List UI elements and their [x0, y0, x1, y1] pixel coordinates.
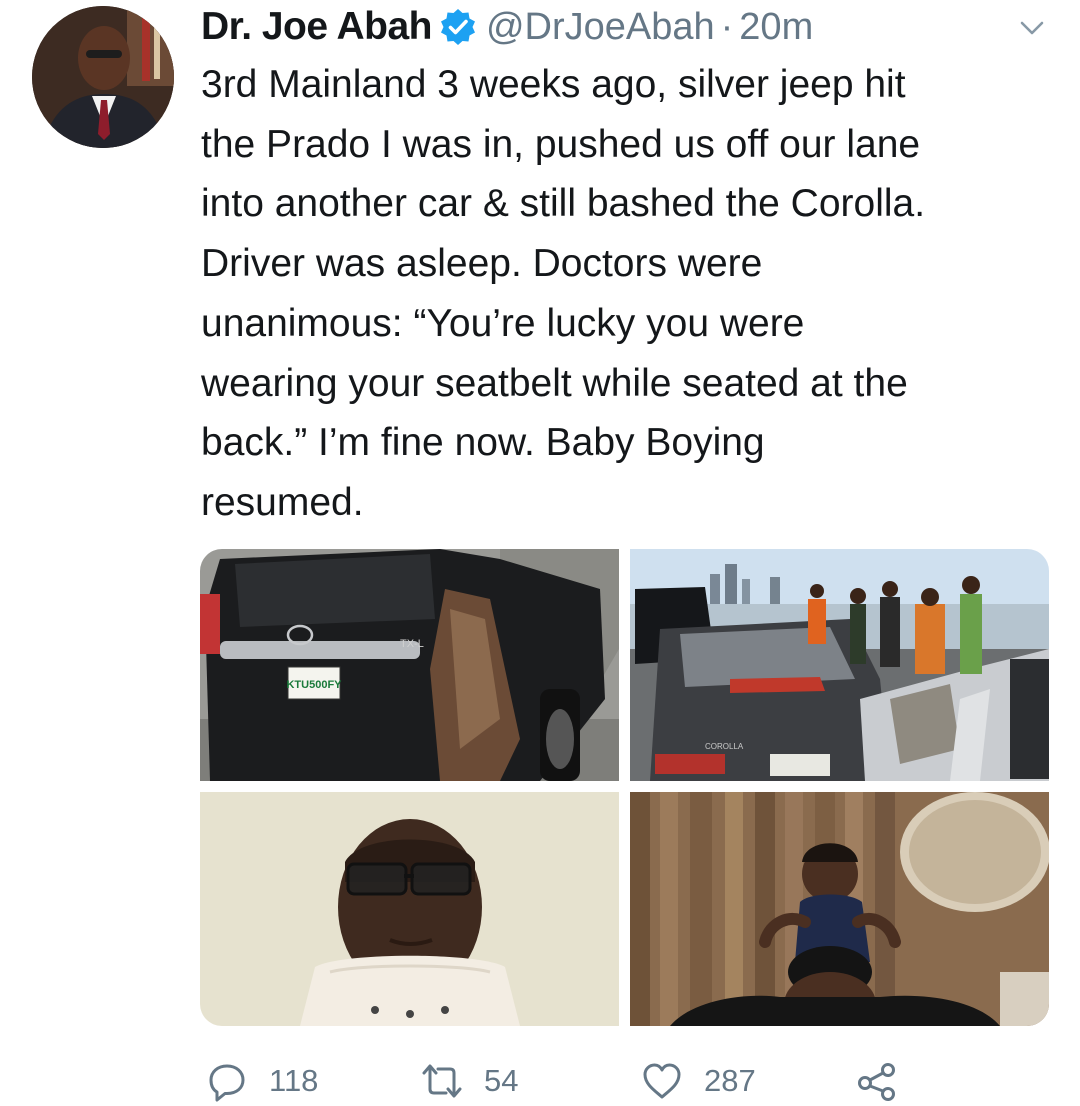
photo-accident-scene[interactable]: COROLLA: [630, 549, 1049, 781]
retweet-count: 54: [484, 1063, 519, 1098]
media-grid: KTU500FY TX-L COROLLA: [200, 549, 1049, 1026]
retweet-icon: [422, 1064, 462, 1098]
share-icon: [858, 1063, 895, 1101]
author-name[interactable]: Dr. Joe Abah: [201, 5, 432, 49]
tweet-timestamp[interactable]: 20m: [739, 6, 813, 49]
prado-badge-text: TX-L: [400, 638, 424, 650]
tweet-header: Dr. Joe Abah @DrJoeAbah · 20m: [201, 2, 1050, 52]
share-button[interactable]: [855, 1056, 899, 1106]
like-button[interactable]: 287: [640, 1056, 756, 1106]
verified-badge-icon: [438, 7, 478, 47]
chevron-down-icon[interactable]: [1014, 10, 1050, 46]
tweet-actions: 118 54 287: [200, 1056, 920, 1106]
reply-icon: [209, 1064, 245, 1102]
photo-damaged-prado[interactable]: KTU500FY TX-L: [200, 549, 619, 781]
like-count: 287: [704, 1063, 756, 1098]
corolla-badge-text: COROLLA: [705, 742, 744, 751]
heart-icon: [643, 1063, 681, 1099]
separator-dot: ·: [720, 5, 734, 48]
photo-baby-on-shoulders[interactable]: [630, 792, 1049, 1026]
reply-button[interactable]: 118: [205, 1056, 318, 1106]
author-handle[interactable]: @DrJoeAbah: [486, 6, 715, 49]
prado-plate-text: KTU500FY: [286, 679, 342, 691]
photo-man-neck-brace[interactable]: [200, 792, 619, 1026]
author-avatar[interactable]: [32, 6, 174, 148]
reply-count: 118: [269, 1063, 319, 1098]
retweet-button[interactable]: 54: [420, 1056, 518, 1106]
tweet-text: 3rd Mainland 3 weeks ago, silver jeep hi…: [201, 63, 926, 524]
